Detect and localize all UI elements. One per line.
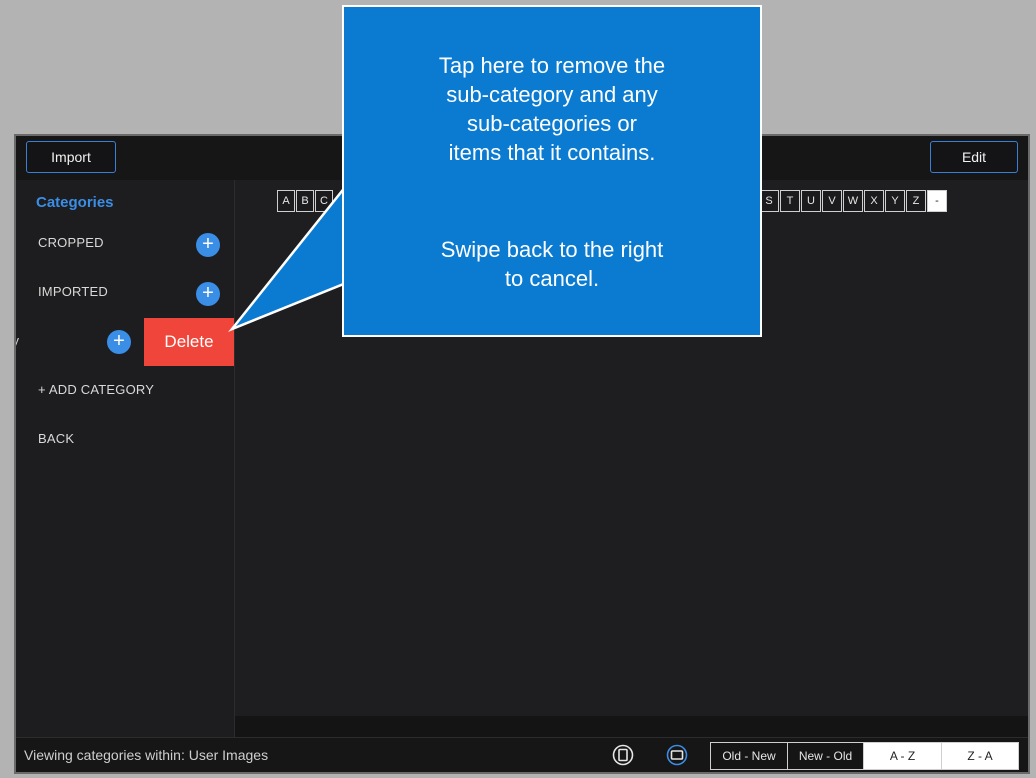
status-text: Viewing categories within: User Images [24, 747, 269, 763]
sidebar-item-swiped[interactable]: ry + Delete [16, 318, 234, 366]
sort-z-a[interactable]: Z - A [942, 743, 1018, 769]
alpha-key-y[interactable]: Y [885, 190, 905, 212]
landscape-view-icon[interactable] [666, 744, 688, 766]
callout-line: sub-category and any [446, 82, 658, 107]
sort-old-new[interactable]: Old - New [711, 743, 788, 769]
import-button[interactable]: Import [26, 141, 116, 173]
add-subcategory-icon[interactable]: + [107, 330, 131, 354]
bottom-toolbar: Viewing categories within: User Images O… [16, 737, 1028, 772]
callout-text-top: Tap here to remove the sub-category and … [344, 51, 760, 167]
alpha-key-v[interactable]: V [822, 190, 842, 212]
alpha-key-u[interactable]: U [801, 190, 821, 212]
horizontal-scroll-track[interactable] [235, 716, 1028, 738]
add-category-button[interactable]: + ADD CATEGORY [16, 367, 234, 415]
alphabet-index-left: A B C [277, 190, 334, 212]
add-subcategory-icon[interactable]: + [196, 233, 220, 257]
alpha-key-t[interactable]: T [780, 190, 800, 212]
help-callout: Tap here to remove the sub-category and … [342, 5, 762, 337]
back-label: BACK [38, 431, 75, 446]
category-sidebar: Categories CROPPED + IMPORTED + ry + Del… [16, 180, 235, 738]
callout-text-bottom: Swipe back to the right to cancel. [344, 235, 760, 293]
sort-new-old[interactable]: New - Old [788, 743, 864, 769]
alpha-key-c[interactable]: C [315, 190, 333, 212]
alpha-key-b[interactable]: B [296, 190, 314, 212]
sidebar-title: Categories [36, 194, 114, 211]
alphabet-index-right: S T U V W X Y Z - [759, 190, 948, 212]
add-subcategory-icon[interactable]: + [196, 282, 220, 306]
edit-button[interactable]: Edit [930, 141, 1018, 173]
back-button[interactable]: BACK [16, 416, 234, 464]
sidebar-item-label: IMPORTED [38, 284, 108, 299]
alpha-key-a[interactable]: A [277, 190, 295, 212]
sidebar-item-label: ry [16, 333, 19, 348]
alpha-key-x[interactable]: X [864, 190, 884, 212]
sidebar-item-imported[interactable]: IMPORTED + [16, 269, 234, 317]
sidebar-item-label: CROPPED [38, 235, 104, 250]
callout-line: items that it contains. [448, 140, 656, 165]
sidebar-item-cropped[interactable]: CROPPED + [16, 220, 234, 268]
add-category-label: + ADD CATEGORY [38, 382, 155, 397]
callout-line: Swipe back to the right [440, 237, 664, 262]
alpha-key-w[interactable]: W [843, 190, 863, 212]
alpha-key-s[interactable]: S [759, 190, 779, 212]
delete-button[interactable]: Delete [144, 318, 234, 366]
callout-line: sub-categories or [467, 111, 637, 136]
alpha-key-dash[interactable]: - [927, 190, 947, 212]
sort-a-z[interactable]: A - Z [864, 743, 942, 769]
callout-line: to cancel. [504, 266, 600, 291]
sort-segmented-control: Old - New New - Old A - Z Z - A [710, 742, 1019, 770]
portrait-view-icon[interactable] [612, 744, 634, 766]
callout-line: Tap here to remove the [438, 53, 666, 78]
alpha-key-z[interactable]: Z [906, 190, 926, 212]
